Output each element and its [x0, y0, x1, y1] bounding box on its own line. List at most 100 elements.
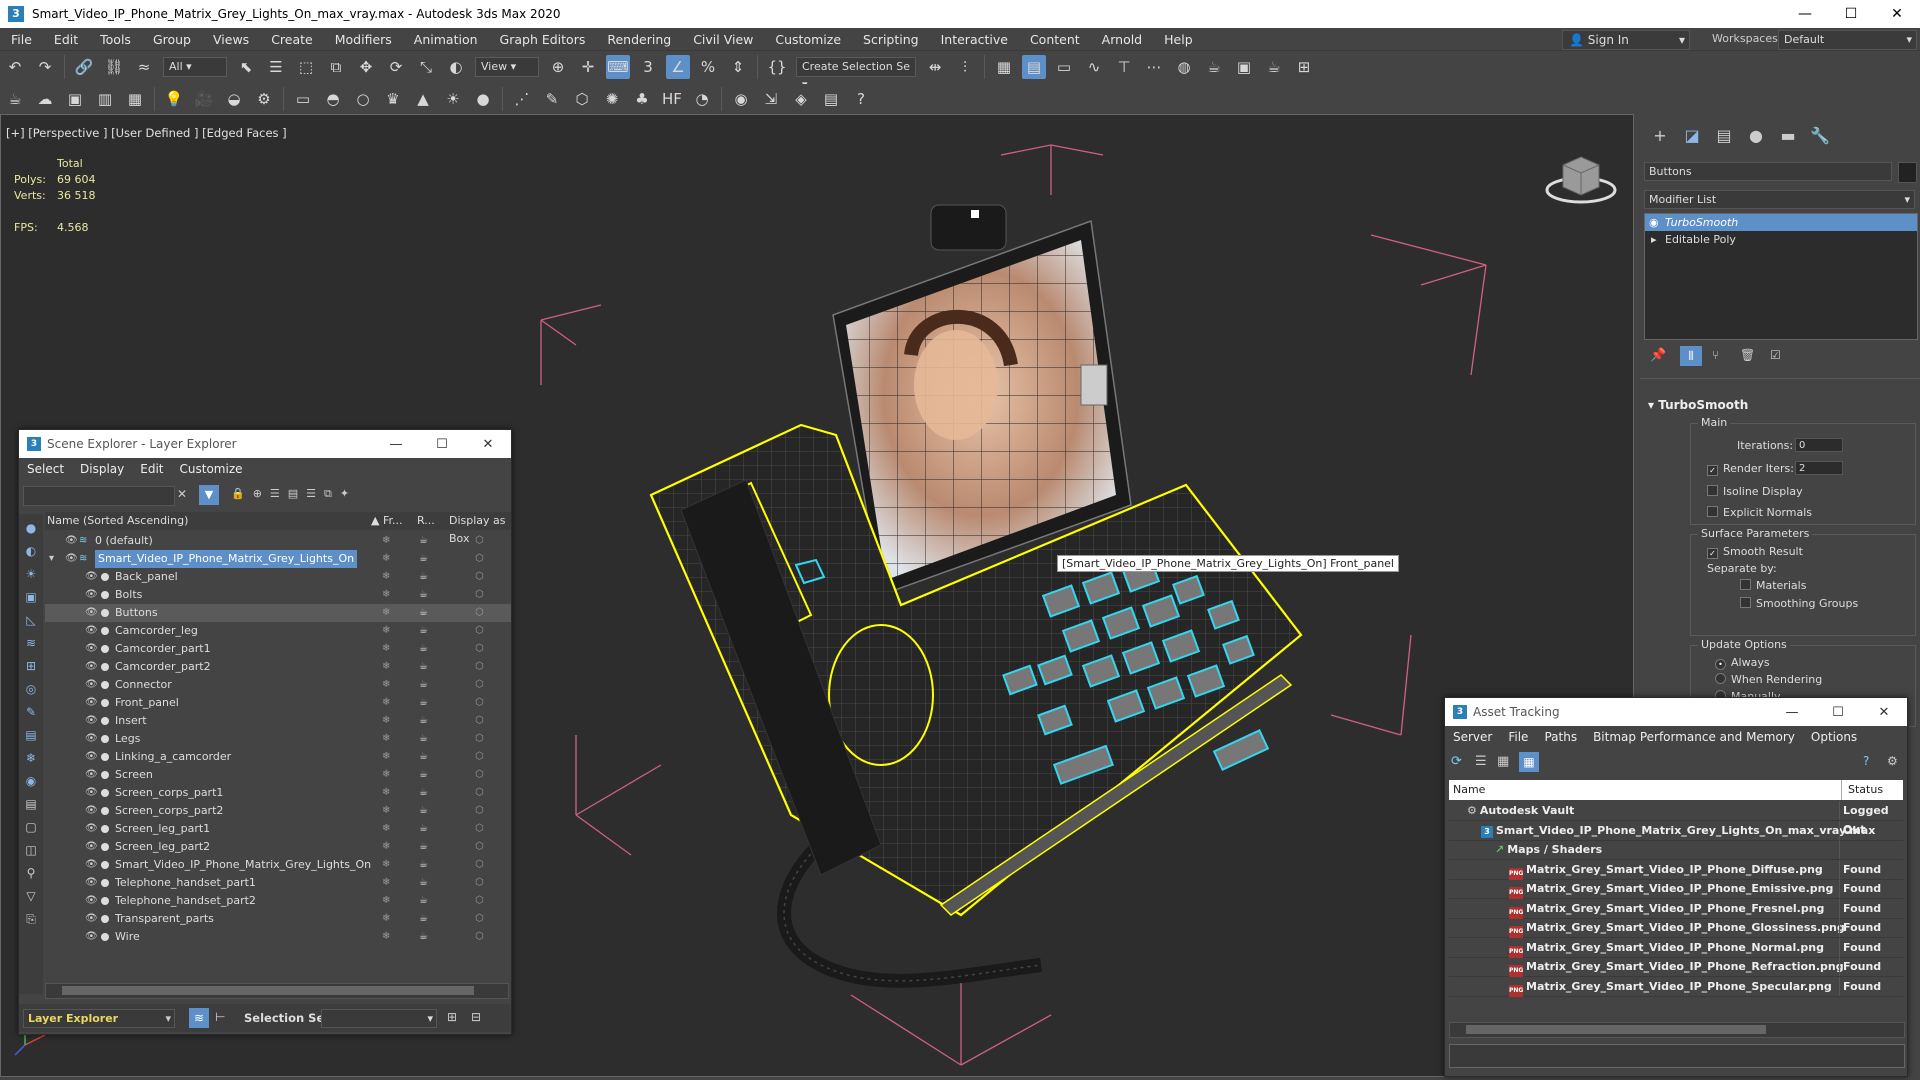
eye-icon[interactable]: 👁 — [85, 838, 98, 856]
object-row[interactable]: 👁 Telephone_handset_part1 ❄ ☕ ⬡ — [45, 874, 511, 892]
maximize-button[interactable]: ☐ — [419, 437, 465, 452]
eye-icon[interactable]: 👁 — [85, 802, 98, 820]
link-icon[interactable]: 🔗 — [72, 55, 96, 79]
asset-row[interactable]: PNG Matrix_Grey_Smart_Video_IP_Phone_Fres… — [1449, 898, 1903, 919]
renderable-icon[interactable]: ☕ — [419, 928, 428, 946]
explorer-toolbar-icons[interactable]: 🔒⊕☰▤☰⧉✦ — [231, 487, 357, 501]
stack-item-turbosmooth[interactable]: ◉ TurboSmooth — [1645, 214, 1917, 231]
batch-render-icon[interactable]: ▦ — [123, 87, 147, 111]
isoline-display-checkbox[interactable]: Isoline Display — [1707, 485, 1803, 498]
renderable-icon[interactable]: ☕ — [419, 712, 428, 730]
eye-icon[interactable]: 👁 — [85, 568, 98, 586]
rotate-icon[interactable]: ⟳ — [384, 55, 408, 79]
frozen-icon[interactable]: ❄ — [382, 838, 390, 856]
display-as-box-icon[interactable]: ⬡ — [475, 838, 484, 856]
frozen-icon[interactable]: ❄ — [382, 604, 390, 622]
display-as-box-icon[interactable]: ⬡ — [475, 874, 484, 892]
scale-icon[interactable]: ⤡ — [414, 55, 438, 79]
object-color-swatch[interactable] — [1898, 162, 1917, 183]
renderable-icon[interactable]: ☕ — [419, 532, 428, 550]
mesh-light-icon[interactable]: ♛ — [381, 87, 405, 111]
object-row[interactable]: 👁 Back_panel ❄ ☕ ⬡ — [45, 568, 511, 586]
frozen-icon[interactable]: ❄ — [382, 874, 390, 892]
selection-filter-dropdown[interactable]: All ▾ — [163, 57, 227, 77]
select-object-icon[interactable]: ⬉ — [234, 55, 258, 79]
redo-icon[interactable]: ↷ — [33, 55, 57, 79]
mirror-icon[interactable]: ⇹ — [923, 55, 947, 79]
scene-converter-icon[interactable]: ◈ — [789, 87, 813, 111]
frozen-icon[interactable]: ❄ — [382, 640, 390, 658]
make-unique-icon[interactable]: ⑂ — [1712, 348, 1719, 362]
horizontal-scrollbar[interactable] — [45, 983, 509, 999]
curve-editor-icon[interactable]: ∿ — [1082, 55, 1106, 79]
close-button[interactable]: ✕ — [1861, 705, 1907, 720]
maximize-button[interactable]: ☐ — [1815, 705, 1861, 720]
eye-icon[interactable]: 👁 — [85, 874, 98, 892]
clear-search-icon[interactable]: ✕ — [177, 487, 187, 501]
renderable-icon[interactable]: ☕ — [419, 586, 428, 604]
fur-icon[interactable]: ✎ — [540, 87, 564, 111]
renderable-icon[interactable]: ☕ — [419, 730, 428, 748]
display-as-box-icon[interactable]: ⬡ — [475, 820, 484, 838]
modifier-list-dropdown[interactable]: Modifier List ▾ — [1644, 190, 1915, 209]
align-icon[interactable]: ⫶ — [953, 55, 977, 79]
frozen-icon[interactable]: ❄ — [382, 856, 390, 874]
eye-icon[interactable]: 👁 — [85, 928, 98, 946]
eye-icon[interactable]: 👁 — [85, 676, 98, 694]
move-icon[interactable]: ✥ — [354, 55, 378, 79]
display-as-box-icon[interactable]: ⬡ — [475, 910, 484, 928]
collapse-arrow-icon[interactable]: ▾ — [49, 550, 61, 568]
spinner-snap-icon[interactable]: ⇕ — [726, 55, 750, 79]
remove-modifier-icon[interactable]: 🗑 — [1740, 348, 1755, 362]
scene-explorer-icon[interactable]: ▦ — [992, 55, 1016, 79]
eye-icon[interactable]: 👁 — [85, 640, 98, 658]
scrollbar-thumb[interactable] — [1466, 1025, 1766, 1034]
menu-civil-view[interactable]: Civil View — [682, 32, 764, 47]
display-as-box-icon[interactable]: ⬡ — [475, 712, 484, 730]
selection-filter-icon[interactable]: ▽ — [22, 887, 40, 905]
menu-scripting[interactable]: Scripting — [852, 32, 930, 47]
iterations-spinner[interactable]: 0 — [1795, 438, 1843, 452]
menu-views[interactable]: Views — [202, 32, 260, 47]
render-production-icon[interactable]: ☕ — [1262, 55, 1286, 79]
display-as-box-icon[interactable]: ⬡ — [475, 928, 484, 946]
display-as-box-icon[interactable]: ⬡ — [475, 550, 484, 568]
menu-edit[interactable]: Edit — [43, 32, 89, 47]
menu-paths[interactable]: Paths — [1536, 730, 1585, 744]
frame-buffer-icon[interactable]: ▥ — [93, 87, 117, 111]
object-row[interactable]: 👁 Screen ❄ ☕ ⬡ — [45, 766, 511, 784]
object-row[interactable]: 👁 Screen_leg_part2 ❄ ☕ ⬡ — [45, 838, 511, 856]
object-row[interactable]: 👁 Camcorder_part2 ❄ ☕ ⬡ — [45, 658, 511, 676]
object-row[interactable]: 👁 Wire ❄ ☕ ⬡ — [45, 928, 511, 946]
scene-explorer-titlebar[interactable]: 3 Scene Explorer - Layer Explorer — ☐ ✕ — [19, 430, 511, 458]
asset-row[interactable]: 3 Smart_Video_IP_Phone_Matrix_Grey_Lights… — [1449, 820, 1903, 841]
grass-icon[interactable]: ♣ — [630, 87, 654, 111]
display-xrefs-icon[interactable]: ◎ — [22, 680, 40, 698]
renderable-icon[interactable]: ☕ — [419, 784, 428, 802]
filter-toggle-icon[interactable]: ⚲ — [22, 864, 40, 882]
selection-set-dropdown[interactable]: ▾ — [321, 1009, 437, 1028]
menu-customize[interactable]: Customize — [764, 32, 852, 47]
motion-tab-icon[interactable]: ● — [1744, 124, 1768, 148]
unlink-icon[interactable]: ⛓ — [102, 55, 126, 79]
eye-icon[interactable]: 👁 — [85, 820, 98, 838]
object-row[interactable]: 👁 Legs ❄ ☕ ⬡ — [45, 730, 511, 748]
smooth-result-checkbox[interactable]: ✓ Smooth Result — [1707, 545, 1803, 559]
layer-explorer-icon[interactable]: ▤ — [1022, 55, 1046, 79]
frozen-icon[interactable]: ❄ — [382, 910, 390, 928]
object-row[interactable]: 👁 Camcorder_part1 ❄ ☕ ⬡ — [45, 640, 511, 658]
display-hidden-icon[interactable]: ◉ — [22, 772, 40, 790]
eye-icon[interactable]: 👁 — [85, 730, 98, 748]
list-view-icon[interactable]: ☰ — [1475, 754, 1487, 769]
turbosmooth-rollout-title[interactable]: ▾ TurboSmooth — [1648, 398, 1748, 412]
when-rendering-radio[interactable]: When Rendering — [1715, 673, 1822, 686]
frozen-icon[interactable]: ❄ — [382, 658, 390, 676]
asset-tracking-titlebar[interactable]: 3 Asset Tracking — ☐ ✕ — [1445, 698, 1907, 726]
asset-row[interactable]: PNG Matrix_Grey_Smart_Video_IP_Phone_Spec… — [1449, 976, 1903, 997]
object-row[interactable]: 👁 Linking_a_camcorder ❄ ☕ ⬡ — [45, 748, 511, 766]
display-as-box-icon[interactable]: ⬡ — [475, 676, 484, 694]
render-setup-icon[interactable]: ☕ — [1202, 55, 1226, 79]
bind-space-warp-icon[interactable]: ≈ — [132, 55, 156, 79]
configure-modifier-sets-icon[interactable]: ☑ — [1770, 348, 1781, 362]
sign-in-dropdown[interactable]: 👤 Sign In ▾ — [1562, 30, 1690, 50]
